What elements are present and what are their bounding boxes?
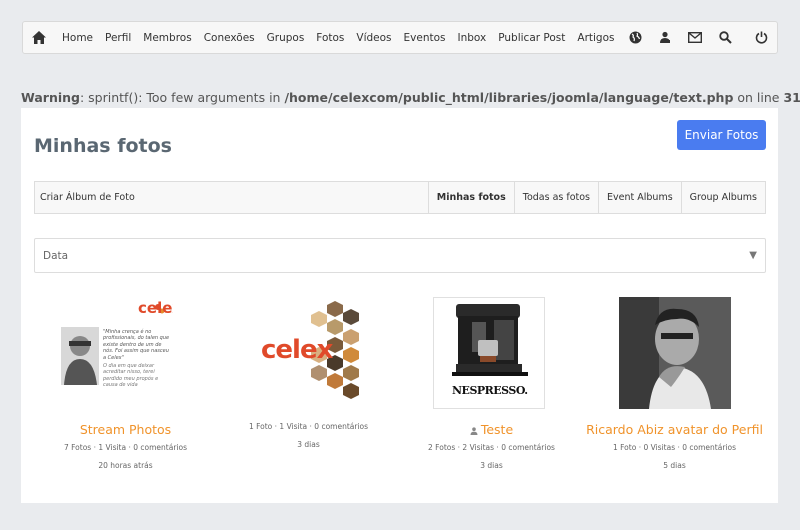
album-time: 20 horas atrás <box>98 461 153 470</box>
home-icon[interactable] <box>30 29 48 47</box>
warning-label: Warning <box>21 90 80 105</box>
globe-icon[interactable] <box>627 30 643 46</box>
photos-panel: Minhas fotos Enviar Fotos Criar Álbum de… <box>21 108 778 503</box>
album-thumbnail[interactable] <box>619 297 731 409</box>
nav-membros[interactable]: Membros <box>143 32 191 44</box>
thumb-brand-text: celex <box>261 335 333 365</box>
thumb-brand-text: celex <box>138 299 173 317</box>
power-icon[interactable] <box>753 30 769 46</box>
nav-grupos[interactable]: Grupos <box>267 32 305 44</box>
thumb-quote-text-2: O dia em que deixar acreditar nisso, ter… <box>103 363 159 389</box>
nav-conexoes[interactable]: Conexões <box>204 32 255 44</box>
nav-perfil[interactable]: Perfil <box>105 32 131 44</box>
album-thumbnail[interactable]: NESPRESSO. <box>433 297 545 409</box>
top-navbar: Home Perfil Membros Conexões Grupos Foto… <box>22 21 778 54</box>
sort-select-value: Data <box>43 249 69 262</box>
album-grid: celex "Minha crença é no profissionais, … <box>34 297 766 497</box>
nav-eventos[interactable]: Eventos <box>404 32 446 44</box>
album-stats: 1 Foto · 0 Visitas · 0 comentários <box>612 443 736 452</box>
tab-group-albums[interactable]: Group Albums <box>680 182 765 213</box>
php-warning: Warning: sprintf(): Too few arguments in… <box>21 90 800 105</box>
album-time: 5 dias <box>663 461 686 470</box>
album-thumbnail[interactable]: celex <box>247 297 359 409</box>
user-icon <box>470 423 478 438</box>
album-thumbnail[interactable]: celex "Minha crença é no profissionais, … <box>61 297 173 409</box>
upload-photos-button[interactable]: Enviar Fotos <box>677 120 766 150</box>
thumb-quote-text: "Minha crença é no profissionais, do tal… <box>103 329 170 361</box>
album-stats: 2 Fotos · 2 Visitas · 0 comentários <box>428 443 555 452</box>
album-stats: 1 Foto · 1 Visita · 0 comentários <box>248 422 369 431</box>
album-time: 3 dias <box>297 440 320 449</box>
tab-minhas-fotos[interactable]: Minhas fotos <box>427 182 514 213</box>
nav-videos[interactable]: Vídeos <box>356 32 391 44</box>
sort-select[interactable]: Data ▼ <box>34 238 766 273</box>
album-time: 3 dias <box>480 461 503 470</box>
nav-home[interactable]: Home <box>62 32 93 44</box>
create-album-link[interactable]: Criar Álbum de Foto <box>35 192 428 203</box>
warning-path: /home/celexcom/public_html/libraries/joo… <box>284 90 734 105</box>
album-title[interactable]: Teste <box>481 422 513 437</box>
nav-inbox[interactable]: Inbox <box>458 32 487 44</box>
nav-fotos[interactable]: Fotos <box>316 32 344 44</box>
warning-line: 312 <box>783 90 800 105</box>
nav-artigos[interactable]: Artigos <box>577 32 614 44</box>
warning-line-text: on line <box>733 90 784 105</box>
search-icon[interactable] <box>717 30 733 46</box>
chevron-down-icon: ▼ <box>749 250 757 261</box>
nav-publicar-post[interactable]: Publicar Post <box>498 32 565 44</box>
album-title-row: Teste <box>400 422 583 438</box>
thumb-brand-text: NESPRESSO. <box>452 384 528 397</box>
photo-tabs: Criar Álbum de Foto Minhas fotos Todas a… <box>34 181 766 214</box>
album-stats: 7 Fotos · 1 Visita · 0 comentários <box>63 443 187 452</box>
tab-todas-as-fotos[interactable]: Todas as fotos <box>513 182 598 213</box>
page-title: Minhas fotos <box>34 135 172 157</box>
mail-icon[interactable] <box>687 30 703 46</box>
user-profile-icon[interactable] <box>657 30 673 46</box>
tab-event-albums[interactable]: Event Albums <box>598 182 681 213</box>
album-title[interactable]: Stream Photos <box>34 422 217 437</box>
album-title[interactable]: Ricardo Abiz avatar do Perfil <box>583 422 766 437</box>
warning-message: : sprintf(): Too few arguments in <box>79 90 285 105</box>
